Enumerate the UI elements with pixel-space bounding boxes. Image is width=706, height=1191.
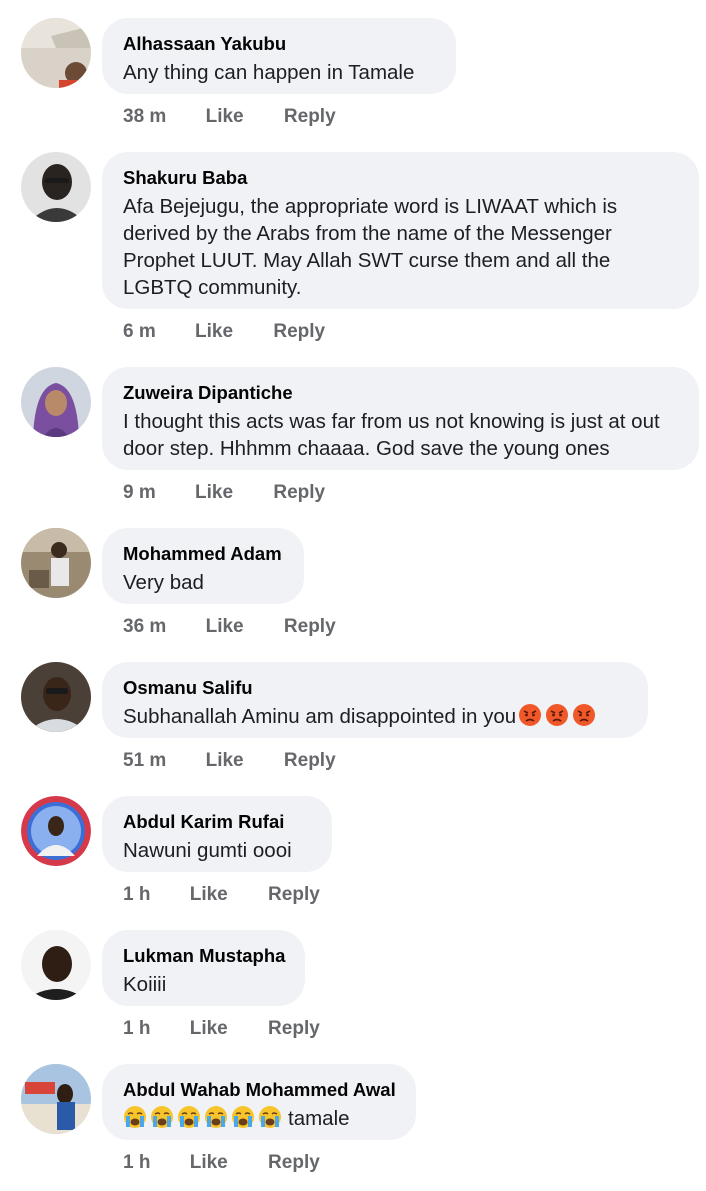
reply-button[interactable]: Reply: [268, 883, 320, 907]
comment-bubble: Osmanu Salifu Subhanallah Aminu am disap…: [102, 662, 648, 738]
like-button[interactable]: Like: [206, 105, 244, 129]
comment-author[interactable]: Alhassaan Yakubu: [123, 32, 435, 56]
comment-time[interactable]: 6 m: [123, 320, 156, 344]
profile-photo-icon: [21, 528, 91, 598]
reply-button[interactable]: Reply: [273, 481, 325, 505]
like-button[interactable]: Like: [195, 320, 233, 344]
avatar[interactable]: [21, 18, 91, 88]
reply-button[interactable]: Reply: [284, 749, 336, 773]
crying-face-icon: [177, 1105, 201, 1129]
profile-photo-icon: [21, 1064, 91, 1134]
crying-face-icon: [204, 1105, 228, 1129]
comment-author[interactable]: Osmanu Salifu: [123, 676, 627, 700]
comment-author[interactable]: Abdul Karim Rufai: [123, 810, 311, 834]
comment-text: Nawuni gumti oooi: [123, 839, 292, 862]
comment-text-body: Subhanallah Aminu am disappointed in you: [123, 705, 517, 728]
comment-bubble: Alhassaan Yakubu Any thing can happen in…: [102, 18, 456, 94]
comment-time[interactable]: 1 h: [123, 1151, 150, 1175]
comment-author[interactable]: Zuweira Dipantiche: [123, 381, 678, 405]
comment-actions: 6 m Like Reply: [123, 320, 325, 344]
like-button[interactable]: Like: [206, 615, 244, 639]
comment-bubble: Shakuru Baba Afa Bejejugu, the appropria…: [102, 152, 699, 309]
comment-author[interactable]: Mohammed Adam: [123, 542, 283, 566]
avatar[interactable]: [21, 796, 91, 866]
profile-photo-icon: [21, 796, 91, 866]
comment-text: Afa Bejejugu, the appropriate word is LI…: [123, 195, 618, 299]
comment-actions: 1 h Like Reply: [123, 883, 320, 907]
crying-face-icon: [123, 1105, 147, 1129]
profile-photo-icon: [21, 152, 91, 222]
angry-face-icon: [518, 703, 542, 727]
comment-bubble: Abdul Karim Rufai Nawuni gumti oooi: [102, 796, 332, 872]
like-button[interactable]: Like: [190, 1017, 228, 1041]
comment-time[interactable]: 1 h: [123, 1017, 150, 1041]
reply-button[interactable]: Reply: [268, 1017, 320, 1041]
comment-actions: 51 m Like Reply: [123, 749, 336, 773]
like-button[interactable]: Like: [190, 1151, 228, 1175]
avatar[interactable]: [21, 528, 91, 598]
reply-button[interactable]: Reply: [268, 1151, 320, 1175]
reply-button[interactable]: Reply: [284, 615, 336, 639]
comment-actions: 1 h Like Reply: [123, 1151, 320, 1175]
comment-text-body: tamale: [288, 1107, 350, 1130]
comment-text: tamale: [123, 1105, 395, 1132]
comment-time[interactable]: 38 m: [123, 105, 166, 129]
comment-bubble: Zuweira Dipantiche I thought this acts w…: [102, 367, 699, 470]
comment-bubble: Lukman Mustapha Koiiii: [102, 930, 305, 1006]
reply-button[interactable]: Reply: [284, 105, 336, 129]
comment-time[interactable]: 9 m: [123, 481, 156, 505]
angry-face-icon: [572, 703, 596, 727]
crying-face-icon: [258, 1105, 282, 1129]
reply-button[interactable]: Reply: [273, 320, 325, 344]
comment-text: I thought this acts was far from us not …: [123, 410, 660, 460]
avatar[interactable]: [21, 1064, 91, 1134]
comment-bubble: Abdul Wahab Mohammed Awal tamale: [102, 1064, 416, 1140]
comment-text: Subhanallah Aminu am disappointed in you: [123, 703, 627, 730]
comment-text: Very bad: [123, 571, 204, 594]
comment-author[interactable]: Lukman Mustapha: [123, 944, 285, 968]
profile-photo-icon: [21, 662, 91, 732]
avatar[interactable]: [21, 930, 91, 1000]
avatar[interactable]: [21, 662, 91, 732]
like-button[interactable]: Like: [206, 749, 244, 773]
comment-time[interactable]: 51 m: [123, 749, 166, 773]
like-button[interactable]: Like: [195, 481, 233, 505]
comment-author[interactable]: Shakuru Baba: [123, 166, 678, 190]
comment-text: Any thing can happen in Tamale: [123, 61, 415, 84]
crying-face-icon: [231, 1105, 255, 1129]
angry-face-icon: [545, 703, 569, 727]
profile-photo-icon: [21, 367, 91, 437]
comment-time[interactable]: 1 h: [123, 883, 150, 907]
avatar[interactable]: [21, 152, 91, 222]
profile-photo-icon: [21, 930, 91, 1000]
comment-author[interactable]: Abdul Wahab Mohammed Awal: [123, 1078, 396, 1102]
comment-time[interactable]: 36 m: [123, 615, 166, 639]
like-button[interactable]: Like: [190, 883, 228, 907]
comment-actions: 36 m Like Reply: [123, 615, 336, 639]
avatar[interactable]: [21, 367, 91, 437]
comment-actions: 1 h Like Reply: [123, 1017, 320, 1041]
comment-bubble: Mohammed Adam Very bad: [102, 528, 304, 604]
profile-photo-icon: [21, 18, 91, 88]
crying-face-icon: [150, 1105, 174, 1129]
comment-text: Koiiii: [123, 973, 167, 996]
comment-actions: 38 m Like Reply: [123, 105, 336, 129]
comment-actions: 9 m Like Reply: [123, 481, 325, 505]
